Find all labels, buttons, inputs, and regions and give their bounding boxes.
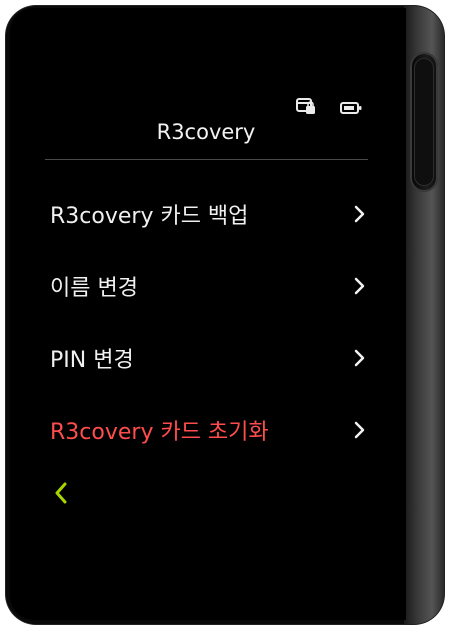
chevron-right-icon — [354, 276, 366, 301]
chevron-right-icon — [354, 420, 366, 445]
menu-item-label: R3covery 카드 초기화 — [50, 420, 269, 445]
card-lock-icon — [296, 97, 316, 119]
menu-item-reset-card[interactable]: R3covery 카드 초기화 — [50, 394, 370, 466]
side-button[interactable] — [410, 52, 438, 192]
menu-item-backup-card[interactable]: R3covery 카드 백업 — [50, 178, 370, 250]
chevron-right-icon — [354, 204, 366, 229]
chevron-left-icon — [54, 482, 68, 508]
menu-item-label: PIN 변경 — [50, 348, 134, 373]
divider — [45, 159, 368, 160]
side-button-surface — [414, 58, 434, 186]
menu-item-label: 이름 변경 — [50, 276, 138, 301]
settings-menu: R3covery 카드 백업 이름 변경 PIN 변경 R3covery 카드 … — [50, 178, 370, 466]
battery-icon — [340, 99, 362, 118]
menu-item-change-pin[interactable]: PIN 변경 — [50, 322, 370, 394]
back-button[interactable] — [54, 482, 78, 510]
menu-item-change-name[interactable]: 이름 변경 — [50, 250, 370, 322]
chevron-right-icon — [354, 348, 366, 373]
status-bar — [296, 97, 362, 119]
page-title: R3covery — [156, 120, 256, 144]
menu-item-label: R3covery 카드 백업 — [50, 204, 249, 229]
